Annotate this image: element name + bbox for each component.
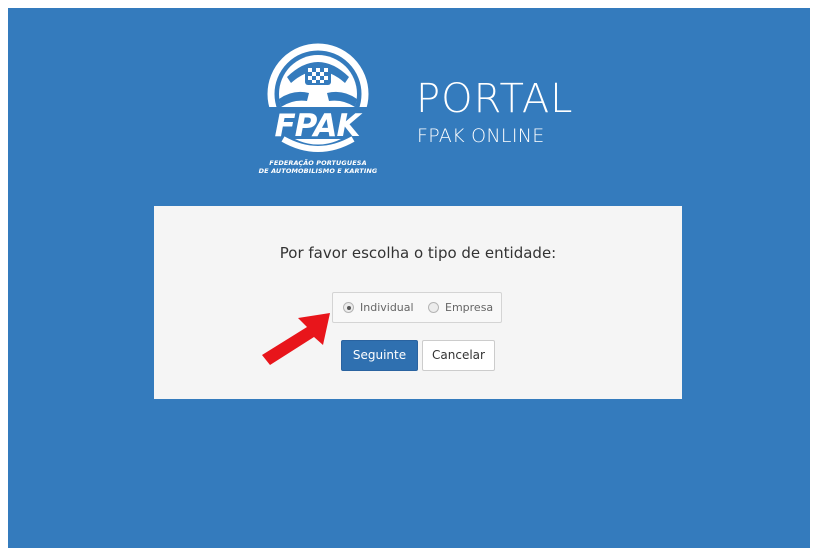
entity-type-card: Por favor escolha o tipo de entidade: In… [154,206,682,399]
fpak-logo-icon: FPAK [261,43,375,152]
radio-option-individual[interactable]: Individual [343,293,414,322]
radio-individual[interactable] [343,302,354,313]
entity-type-radio-group: Individual Empresa [332,292,502,323]
logo-tagline-line2: DE AUTOMOBILISMO E KARTING [258,167,378,175]
radio-individual-label: Individual [360,301,414,314]
radio-empresa-label: Empresa [445,301,494,314]
portal-subtitle: FPAK ONLINE [417,125,545,147]
red-arrow-icon [262,313,330,365]
logo-tagline-line1: FEDERAÇÃO PORTUGUESA [269,159,367,167]
portal-header: FPAK FEDERAÇÃO PORTUGUESA DE AUTOMOBILIS… [253,41,593,191]
page-background: FPAK FEDERAÇÃO PORTUGUESA DE AUTOMOBILIS… [8,8,810,548]
portal-title: PORTAL [416,76,574,122]
cancel-button[interactable]: Cancelar [422,340,495,371]
radio-option-empresa[interactable]: Empresa [428,293,493,322]
entity-type-prompt: Por favor escolha o tipo de entidade: [279,244,557,262]
fpak-logo: FPAK FEDERAÇÃO PORTUGUESA DE AUTOMOBILIS… [253,41,383,191]
next-button[interactable]: Seguinte [341,340,418,371]
radio-empresa[interactable] [428,302,439,313]
